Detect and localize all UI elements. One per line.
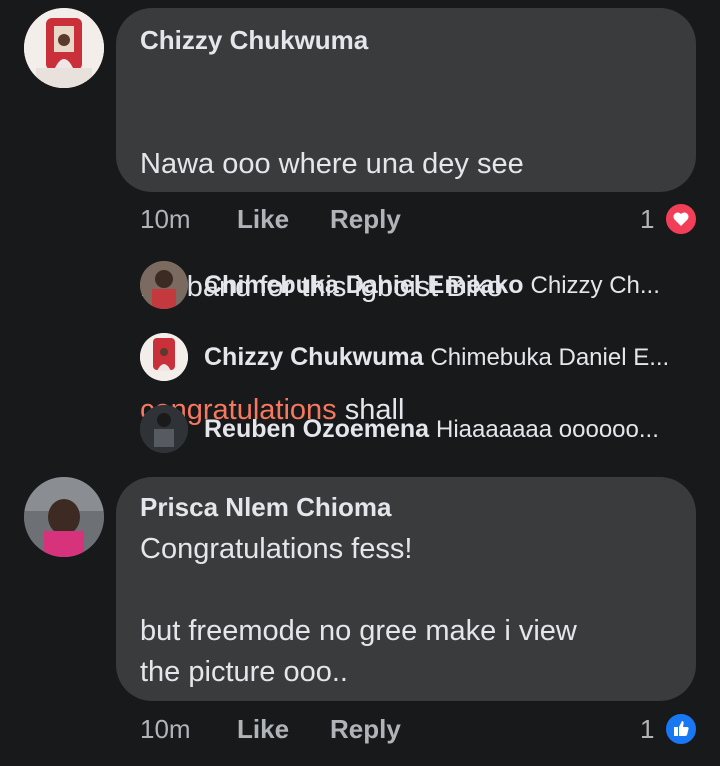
reply-author[interactable]: Chimebuka Daniel Emeako <box>204 271 524 299</box>
reaction-count[interactable]: 1 <box>640 709 654 749</box>
reply-snippet: Chizzy Ch... <box>530 272 660 299</box>
reply-preview: Chimebuka Daniel Emeako Chizzy Ch... <box>204 268 684 303</box>
comment-text-line: Nawa ooo where una dey see <box>140 148 524 180</box>
avatar[interactable] <box>140 261 188 309</box>
comment-actions: 10m Like Reply 1 <box>0 709 720 749</box>
avatar[interactable] <box>140 405 188 453</box>
reply-item[interactable]: Chimebuka Daniel Emeako Chizzy Ch... <box>140 261 700 311</box>
comment-author[interactable]: Chizzy Chukwuma <box>140 24 672 56</box>
reply-button[interactable]: Reply <box>330 709 401 749</box>
reply-item[interactable]: Reuben Ozoemena Hiaaaaaaa oooooo... <box>140 405 700 455</box>
like-button[interactable]: Like <box>237 709 289 749</box>
reply-snippet: Hiaaaaaaa oooooo... <box>436 416 659 443</box>
comment-bubble: Prisca Nlem Chioma Congratulations fess!… <box>116 477 696 701</box>
heart-icon[interactable] <box>664 202 698 236</box>
comment-actions: 10m Like Reply 1 <box>0 199 720 239</box>
avatar[interactable] <box>24 477 104 557</box>
thumbs-up-icon[interactable] <box>664 712 698 746</box>
reaction-count[interactable]: 1 <box>640 199 654 239</box>
comment-bubble: Chizzy Chukwuma Nawa ooo where una dey s… <box>116 8 696 426</box>
reply-author[interactable]: Reuben Ozoemena <box>204 415 429 443</box>
comment-time[interactable]: 10m <box>140 709 191 749</box>
like-button[interactable]: Like <box>237 199 289 239</box>
reply-author[interactable]: Chizzy Chukwuma <box>204 343 423 371</box>
reply-preview: Chizzy Chukwuma Chimebuka Daniel E... <box>204 340 684 375</box>
comment-text: Congratulations fess! but freemode no gr… <box>140 533 577 688</box>
comment-author[interactable]: Prisca Nlem Chioma <box>140 491 672 523</box>
avatar[interactable] <box>140 333 188 381</box>
reply-item[interactable]: Chizzy Chukwuma Chimebuka Daniel E... <box>140 333 700 383</box>
comment-time[interactable]: 10m <box>140 199 191 239</box>
reply-snippet: Chimebuka Daniel E... <box>430 344 670 371</box>
reply-preview: Reuben Ozoemena Hiaaaaaaa oooooo... <box>204 412 684 447</box>
reply-button[interactable]: Reply <box>330 199 401 239</box>
avatar[interactable] <box>24 8 104 88</box>
